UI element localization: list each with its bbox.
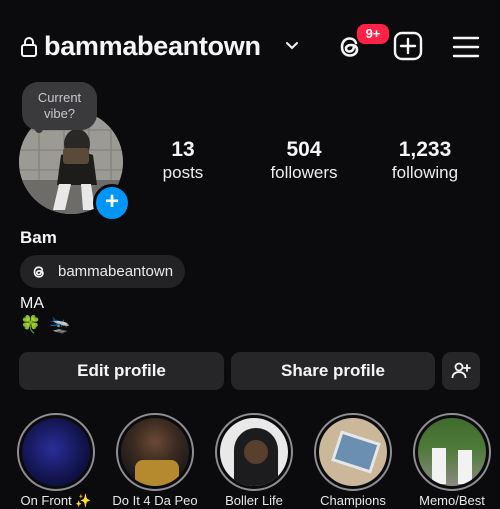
stat-label: followers: [270, 163, 338, 182]
threads-handle: bammabeantown: [58, 263, 174, 280]
stat-value: 13: [171, 138, 195, 161]
highlight-thumbnail: [220, 418, 288, 486]
airplane-arrival-emoji: 🛬: [49, 315, 71, 334]
stat-label: following: [391, 163, 459, 182]
lock-icon: [21, 37, 37, 57]
highlight-label: Do It 4 Da Peo: [112, 493, 198, 508]
add-person-icon: [451, 362, 471, 379]
highlight-item[interactable]: [17, 413, 95, 491]
stat-value: 1,233: [398, 138, 452, 161]
threads-icon: [33, 265, 44, 278]
share-profile-button[interactable]: Share profile: [231, 352, 435, 390]
clover-emoji: 🍀: [20, 315, 42, 334]
add-story-button[interactable]: +: [93, 184, 131, 222]
stat-value: 504: [286, 138, 322, 161]
highlight-label: Boller Life: [225, 493, 283, 508]
highlight-thumbnail: [121, 418, 189, 486]
create-post-icon[interactable]: [393, 31, 423, 61]
hamburger-menu-icon[interactable]: [452, 35, 480, 59]
notification-badge: 9+: [355, 22, 391, 46]
highlight-item[interactable]: [413, 413, 491, 491]
bio-text: MA: [20, 295, 44, 312]
highlight-thumbnail: [319, 418, 387, 486]
stat-posts[interactable]: 13 posts: [128, 138, 238, 184]
stat-followers[interactable]: 504 followers: [249, 138, 359, 184]
threads-profile-link[interactable]: bammabeantown: [20, 255, 186, 288]
highlight-thumbnail: [22, 418, 90, 486]
note-bubble-tail: [35, 125, 43, 133]
highlight-label: Memo/Best: [419, 493, 485, 508]
stat-following[interactable]: 1,233 following: [370, 138, 480, 184]
stat-label: posts: [162, 163, 204, 182]
highlight-label: On Front ✨: [20, 493, 92, 508]
discover-people-button[interactable]: [442, 352, 480, 390]
highlight-thumbnail: [418, 418, 486, 486]
username-switcher[interactable]: bammabeantown: [44, 31, 261, 62]
edit-profile-button[interactable]: Edit profile: [19, 352, 224, 390]
bio-emojis: 🍀 🛬: [20, 315, 70, 335]
highlight-item[interactable]: [116, 413, 194, 491]
highlight-item[interactable]: [215, 413, 293, 491]
chevron-down-icon[interactable]: [284, 40, 300, 52]
note-bubble[interactable]: Current vibe?: [22, 82, 97, 130]
highlight-item[interactable]: [314, 413, 392, 491]
display-name: Bam: [20, 228, 57, 247]
highlight-label: Champions: [320, 493, 386, 508]
